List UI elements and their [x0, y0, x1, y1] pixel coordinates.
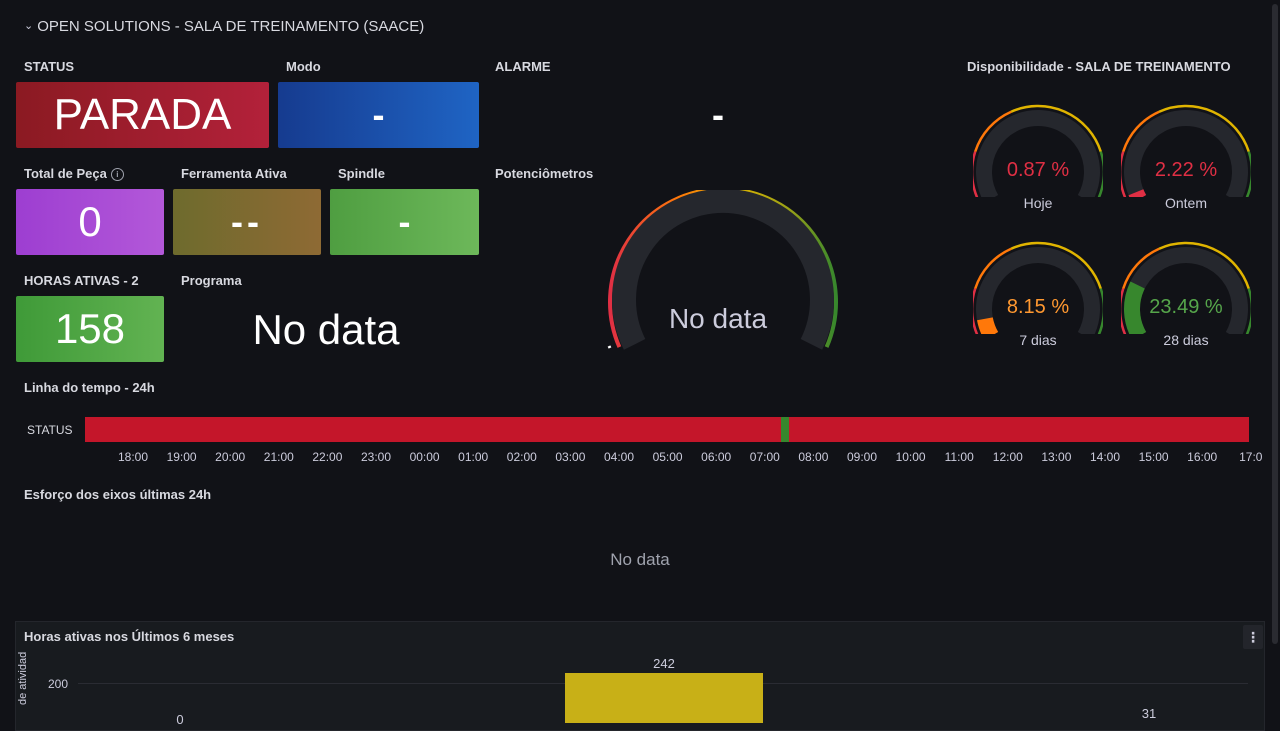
gauge-track	[976, 247, 1100, 334]
horas-6m-panel-title: Horas ativas nos Últimos 6 meses	[24, 629, 235, 644]
timeline-tick: 16:00	[1187, 450, 1218, 464]
gauge-value: 2.22 %	[1154, 159, 1218, 181]
timeline-tick: 17:0	[1239, 450, 1263, 464]
timeline-tick: 13:00	[1041, 450, 1072, 464]
horas-ativas-value: 158	[16, 296, 164, 362]
info-icon[interactable]: i	[110, 168, 124, 181]
timeline-row-label: STATUS	[27, 423, 73, 437]
horas-6m-ytick-200: 200	[48, 677, 69, 691]
gauge-value: 0.87 %	[1006, 159, 1070, 181]
horas-6m-bar-peak[interactable]	[565, 673, 763, 723]
chevron-down-icon: ⌄	[24, 20, 34, 32]
total-pecas-title-text: Total de Peça	[24, 166, 107, 181]
timeline-tick: 15:00	[1138, 450, 1169, 464]
ferramenta-value: --	[173, 189, 321, 255]
gauge-label: 7 dias	[1019, 332, 1057, 348]
gauge-label: 28 dias	[1163, 332, 1209, 348]
horas-ativas-panel-title: HORAS ATIVAS - 2	[24, 273, 139, 288]
page-scrollbar[interactable]	[1272, 4, 1278, 644]
timeline-tick: 19:00	[166, 450, 197, 464]
kebab-menu-icon[interactable]: ⋮	[1243, 625, 1263, 649]
esforco-no-data: No data	[610, 550, 670, 569]
gauge-track	[1124, 247, 1248, 334]
alarme-panel-title: ALARME	[495, 59, 551, 74]
timeline-tick: 07:00	[749, 450, 780, 464]
gauge-track	[1124, 110, 1248, 197]
disponibilidade-gauge-28-dias	[1121, 241, 1251, 334]
disponibilidade-panel-title: Disponibilidade - SALA DE TREINAMENTO	[967, 59, 1231, 74]
alarme-value: -	[712, 94, 724, 135]
timeline-tick: 02:00	[506, 450, 537, 464]
horas-6m-ylabel: de atividad	[17, 651, 29, 705]
timeline-tick: 09:00	[846, 450, 878, 464]
timeline-tick: 21:00	[263, 450, 294, 464]
gauge-label: Hoje	[1023, 195, 1053, 211]
status-panel-title: STATUS	[24, 59, 75, 74]
timeline-tick: 00:00	[409, 450, 440, 464]
programa-panel-title: Programa	[181, 273, 242, 288]
horas-6m-bar-last-label: 31	[1141, 706, 1157, 721]
disponibilidade-gauge-hoje	[973, 104, 1103, 197]
gauge-value: 23.49 %	[1149, 296, 1223, 318]
timeline-tick: 03:00	[555, 450, 586, 464]
timeline-tick: 10:00	[895, 450, 926, 464]
potenciometros-value: No data	[668, 303, 768, 334]
timeline-tick: 05:00	[652, 450, 683, 464]
total-pecas-value: 0	[16, 189, 164, 255]
potenciometros-panel-title: Potenciômetros	[495, 166, 594, 181]
timeline-tick: 06:00	[701, 450, 732, 464]
timeline-status-bar[interactable]	[85, 417, 1249, 442]
timeline-tick: 01:00	[458, 450, 489, 464]
spindle-panel-title: Spindle	[338, 166, 385, 181]
gauge-track	[976, 110, 1100, 197]
disponibilidade-gauge-7-dias	[973, 241, 1103, 334]
timeline-tick: 20:00	[215, 450, 246, 464]
potenciometros-needle	[607, 345, 612, 349]
potenciometros-gauge	[607, 190, 838, 350]
row-title: OPEN SOLUTIONS - SALA DE TREINAMENTO (SA…	[37, 18, 425, 35]
modo-panel-title: Modo	[286, 59, 321, 74]
programa-value: No data	[252, 306, 400, 353]
timeline-tick: 18:00	[117, 450, 149, 464]
timeline-tick: 04:00	[603, 450, 635, 464]
modo-value: -	[278, 82, 479, 148]
timeline-tick: 11:00	[944, 450, 974, 464]
timeline-tick: 22:00	[312, 450, 343, 464]
timeline-tick: 23:00	[360, 450, 392, 464]
timeline-panel-title: Linha do tempo - 24h	[24, 380, 155, 395]
disponibilidade-gauge-ontem	[1121, 104, 1251, 197]
gauge-label: Ontem	[1164, 195, 1207, 211]
esforco-panel-title: Esforço dos eixos últimas 24h	[24, 487, 212, 502]
timeline-tick: 14:00	[1089, 450, 1121, 464]
timeline-running-segment[interactable]	[781, 417, 789, 442]
timeline-tick: 12:00	[992, 450, 1023, 464]
ferramenta-panel-title: Ferramenta Ativa	[181, 166, 287, 181]
gauge-value: 8.15 %	[1006, 296, 1070, 318]
status-value: PARADA	[16, 82, 269, 148]
spindle-value: -	[330, 189, 479, 255]
timeline-tick: 08:00	[798, 450, 829, 464]
row-header[interactable]: ⌄ OPEN SOLUTIONS - SALA DE TREINAMENTO (…	[24, 18, 424, 35]
horas-6m-bar-peak-label: 242	[653, 656, 675, 671]
total-pecas-panel-title: Total de Peça i	[24, 166, 164, 181]
